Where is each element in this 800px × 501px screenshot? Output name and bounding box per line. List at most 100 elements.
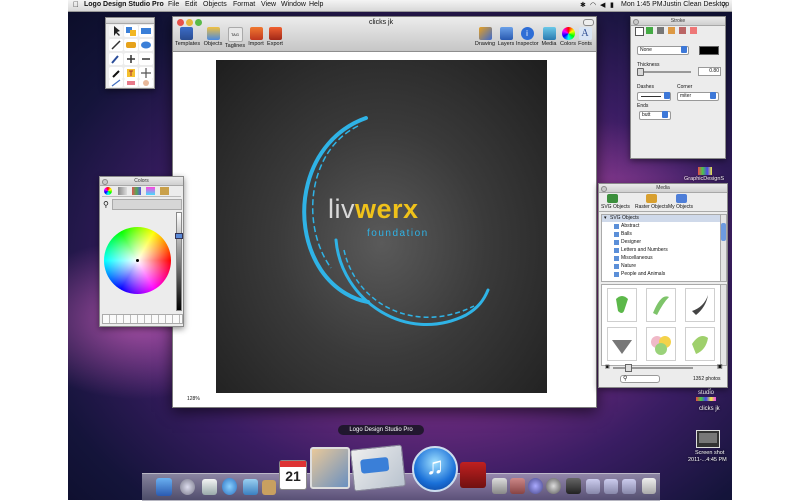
user-menu[interactable]: Justin Clean Desktop [663,1,729,8]
mail-dock-icon[interactable] [202,479,217,495]
crayons-tab-icon[interactable] [160,187,169,195]
zoom-window-button[interactable] [195,19,202,26]
address-book-dock-icon[interactable] [262,480,276,495]
menu-objects[interactable]: Objects [203,1,227,8]
window-titlebar[interactable]: clicks jk Templates Objects TAG Taglines … [173,17,596,52]
dropper-tool-icon[interactable] [109,67,123,79]
thumbnail-scrollbar[interactable] [720,284,727,366]
artboard[interactable]: livwerx foundation [216,60,547,393]
menu-format[interactable]: Format [233,1,255,8]
logo-design-studio-dock-icon[interactable] [349,444,407,492]
move-tool-icon[interactable] [139,67,153,79]
image-palettes-tab-icon[interactable] [146,187,155,195]
drawing-button[interactable]: Drawing [474,27,496,47]
color-wheel-tab-icon[interactable] [104,187,112,195]
select-tool-icon[interactable] [109,25,123,37]
tree-expand-icon[interactable]: ▾ [604,215,607,221]
screenshot-file-icon[interactable] [696,430,720,448]
close-icon[interactable] [601,186,607,192]
media-thumbnail[interactable] [685,327,715,361]
text-tool-icon[interactable] [124,67,138,79]
brightness-slider-knob[interactable] [175,233,183,239]
zoom-in-icon[interactable] [124,53,138,65]
color-wheel-cursor[interactable] [136,259,139,262]
documents-folder-dock-icon[interactable] [604,479,618,494]
zoom-level[interactable]: 128% [187,396,200,402]
garageband-dock-icon[interactable] [510,478,525,494]
tree-root-row[interactable]: ▾ SVG Objects [602,215,720,222]
shadow-tab-icon[interactable] [668,27,675,34]
menu-window[interactable]: Window [281,1,306,8]
logo-wordmark[interactable]: livwerx [328,194,419,225]
rectangle-tool-icon[interactable] [139,25,153,37]
stroke-panel-titlebar[interactable]: Stroke [631,17,725,26]
line-tool-icon[interactable] [109,79,123,87]
menu-view[interactable]: View [261,1,276,8]
toolbar-toggle-button[interactable] [583,19,594,26]
tab-my-objects[interactable]: My Objects [668,204,693,210]
spotlight-icon[interactable]: ⚲ [721,1,726,9]
ichat-dock-icon[interactable] [243,479,258,495]
system-preferences-dock-icon[interactable] [546,478,561,494]
stroke-tab-icon[interactable] [646,27,653,34]
menu-help[interactable]: Help [309,1,323,8]
svg-objects-tab-icon[interactable] [607,194,618,203]
media-search-field[interactable]: ⚲ [620,375,660,383]
eraser-tab-icon[interactable] [690,27,697,34]
close-icon[interactable] [633,19,639,25]
media-thumbnail[interactable] [607,288,637,322]
brush-tool-icon[interactable] [109,53,123,65]
canvas-area[interactable]: livwerx foundation 128% [173,52,596,407]
menu-edit[interactable]: Edit [185,1,197,8]
iphoto-dock-icon[interactable] [310,447,350,489]
safari-dock-icon[interactable] [222,478,237,495]
raster-objects-tab-icon[interactable] [646,194,657,203]
applications-folder-dock-icon[interactable] [586,479,600,494]
color-search-field[interactable] [112,199,182,210]
screenshot-label-line1[interactable]: Screen shot [695,450,724,456]
export-button[interactable]: Export [264,27,286,47]
time-machine-dock-icon[interactable] [528,478,543,494]
ellipse-tool-icon[interactable] [139,39,153,51]
media-thumbnail[interactable] [607,327,637,361]
itunes-dock-icon[interactable]: ♫ [412,446,458,492]
chevron-down-icon[interactable] [662,111,668,118]
zoom-out-icon[interactable] [139,53,153,65]
templates-button[interactable]: Templates [175,27,200,47]
app-menu[interactable]: Logo Design Studio Pro [84,1,164,8]
eraser-tool-icon[interactable] [124,79,138,87]
downloads-folder-dock-icon[interactable] [622,479,636,494]
graphic-design-label[interactable]: GraphicDesignS [684,176,724,182]
rounded-rect-tool-icon[interactable] [124,39,138,51]
bluetooth-icon[interactable]: ✱ [580,1,586,9]
thickness-input[interactable]: 0.80 [698,67,721,76]
effects-tab-icon[interactable] [679,27,686,34]
close-window-button[interactable] [177,19,184,26]
screenshot-label-line2[interactable]: 2011-...4:45 PM [688,457,727,463]
preview-dock-icon[interactable] [492,478,507,494]
color-swatches[interactable] [102,314,183,324]
palettes-tab-icon[interactable] [132,187,141,195]
thickness-slider-knob[interactable] [637,68,644,76]
chevron-down-icon[interactable] [681,46,687,53]
chevron-down-icon[interactable] [664,92,670,99]
tree-scrollbar-thumb[interactable] [721,223,726,241]
clicks-file-label[interactable]: clicks jk [699,406,720,412]
thickness-slider[interactable] [637,71,691,73]
chevron-down-icon[interactable] [710,92,716,99]
dashboard-dock-icon[interactable] [180,479,195,495]
tools-palette-titlebar[interactable] [106,18,154,24]
finder-dock-icon[interactable] [156,478,172,496]
logo-tagline[interactable]: foundation [367,228,429,239]
layers-button[interactable]: Layers [495,27,517,47]
clock[interactable]: Mon 1:45 PM [621,1,663,8]
inspector-button[interactable]: i Inspector [516,27,539,47]
taglines-button[interactable]: TAG Taglines [224,27,246,49]
media-panel-titlebar[interactable]: Media [599,184,727,193]
wifi-icon[interactable]: ◠ [590,1,596,9]
objects-button[interactable]: Objects [202,27,224,47]
colors-panel-titlebar[interactable]: Colors [100,177,183,186]
battery-icon[interactable]: ▮ [610,1,614,9]
terminal-dock-icon[interactable] [566,478,581,494]
media-thumbnail[interactable] [646,327,676,361]
